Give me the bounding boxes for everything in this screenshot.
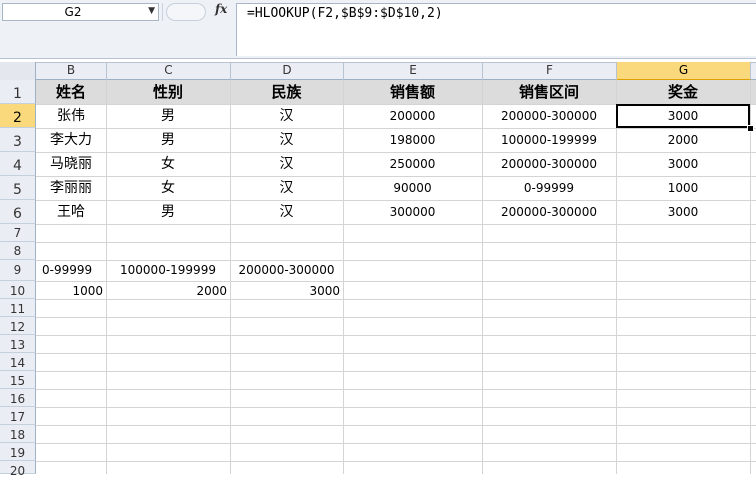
grid-line [36, 443, 756, 444]
grid-line [36, 353, 756, 354]
grid-line [750, 80, 751, 474]
row-header-10[interactable]: 10 [0, 281, 36, 299]
grid-line [36, 407, 756, 408]
chevron-down-icon[interactable]: ▼ [148, 6, 155, 16]
cell-g4[interactable]: 3000 [616, 152, 750, 176]
cell-d4[interactable]: 汉 [230, 152, 343, 176]
cell-b10[interactable]: 1000 [36, 281, 106, 299]
row-header-5[interactable]: 5 [0, 176, 36, 200]
cell-d2[interactable]: 汉 [230, 104, 343, 128]
grid-line [36, 299, 756, 300]
formula-input[interactable]: =HLOOKUP(F2,$B$9:$D$10,2) [236, 3, 756, 56]
cell-e1[interactable]: 销售额 [343, 80, 482, 104]
cell-b6[interactable]: 王哈 [36, 200, 106, 224]
row-header-1[interactable]: 1 [0, 80, 36, 104]
fill-handle[interactable] [747, 125, 754, 132]
cell-d5[interactable]: 汉 [230, 176, 343, 200]
grid-line [36, 461, 756, 462]
grid-line [36, 224, 756, 225]
cell-f4[interactable]: 200000-300000 [482, 152, 616, 176]
cell-c6[interactable]: 男 [106, 200, 230, 224]
cell-e2[interactable]: 200000 [343, 104, 482, 128]
insert-function-icon[interactable]: fx [215, 2, 227, 16]
cell-b2[interactable]: 张伟 [36, 104, 106, 128]
cell-b3[interactable]: 李大力 [36, 128, 106, 152]
column-header-e[interactable]: E [344, 62, 483, 80]
column-header-c[interactable]: C [107, 62, 231, 80]
cell-c1[interactable]: 性别 [106, 80, 230, 104]
cell-f2[interactable]: 200000-300000 [482, 104, 616, 128]
row-header-9[interactable]: 9 [0, 260, 36, 281]
column-header-f[interactable]: F [483, 62, 617, 80]
cell-c3[interactable]: 男 [106, 128, 230, 152]
active-cell-selection[interactable] [616, 104, 750, 128]
cell-c4[interactable]: 女 [106, 152, 230, 176]
cell-d1[interactable]: 民族 [230, 80, 343, 104]
cell-b4[interactable]: 马晓丽 [36, 152, 106, 176]
cell-f6[interactable]: 200000-300000 [482, 200, 616, 224]
cell-f3[interactable]: 100000-199999 [482, 128, 616, 152]
row-header-20[interactable]: 20 [0, 461, 36, 478]
row-header-7[interactable]: 7 [0, 224, 36, 242]
cell-c10[interactable]: 2000 [106, 281, 230, 299]
cell-g3[interactable]: 2000 [616, 128, 750, 152]
cell-d10[interactable]: 3000 [230, 281, 343, 299]
name-box[interactable]: G2 ▼ [2, 3, 159, 21]
cell-e4[interactable]: 250000 [343, 152, 482, 176]
row-header-6[interactable]: 6 [0, 200, 36, 224]
cell-d9[interactable]: 200000-300000 [230, 260, 343, 281]
row-header-12[interactable]: 12 [0, 317, 36, 335]
row-header-14[interactable]: 14 [0, 353, 36, 371]
cell-c2[interactable]: 男 [106, 104, 230, 128]
row-header-16[interactable]: 16 [0, 389, 36, 407]
cell-g1[interactable]: 奖金 [616, 80, 750, 104]
cell-d6[interactable]: 汉 [230, 200, 343, 224]
grid-line [36, 242, 756, 243]
cell-c5[interactable]: 女 [106, 176, 230, 200]
row-header-4[interactable]: 4 [0, 152, 36, 176]
row-header-15[interactable]: 15 [0, 371, 36, 389]
grid-line [36, 389, 756, 390]
row-header-19[interactable]: 19 [0, 443, 36, 461]
row-header-11[interactable]: 11 [0, 299, 36, 317]
cell-e6[interactable]: 300000 [343, 200, 482, 224]
select-all-corner[interactable] [0, 62, 36, 80]
formula-bar-resize-handle[interactable] [166, 3, 206, 21]
formula-bar-separator [162, 3, 163, 21]
grid-line [36, 335, 756, 336]
column-header-d[interactable]: D [231, 62, 344, 80]
row-header-3[interactable]: 3 [0, 128, 36, 152]
cell-b5[interactable]: 李丽丽 [36, 176, 106, 200]
row-header-17[interactable]: 17 [0, 407, 36, 425]
name-box-value: G2 [64, 5, 82, 19]
row-header-2[interactable]: 2 [0, 104, 36, 128]
row-header-8[interactable]: 8 [0, 242, 36, 260]
cell-b9[interactable]: 0-99999 [36, 260, 106, 281]
row-header-18[interactable]: 18 [0, 425, 36, 443]
cell-c9[interactable]: 100000-199999 [106, 260, 230, 281]
cell-d3[interactable]: 汉 [230, 128, 343, 152]
cell-f5[interactable]: 0-99999 [482, 176, 616, 200]
row-header-13[interactable]: 13 [0, 335, 36, 353]
grid-line [36, 317, 756, 318]
formula-text: =HLOOKUP(F2,$B$9:$D$10,2) [247, 6, 443, 21]
grid-line [36, 425, 756, 426]
cell-g6[interactable]: 3000 [616, 200, 750, 224]
grid-line [36, 371, 756, 372]
column-header-b[interactable]: B [36, 62, 107, 80]
column-header-g[interactable]: G [617, 62, 751, 80]
cell-e3[interactable]: 198000 [343, 128, 482, 152]
cell-b1[interactable]: 姓名 [36, 80, 106, 104]
cell-f1[interactable]: 销售区间 [482, 80, 616, 104]
cell-g5[interactable]: 1000 [616, 176, 750, 200]
cell-e5[interactable]: 90000 [343, 176, 482, 200]
